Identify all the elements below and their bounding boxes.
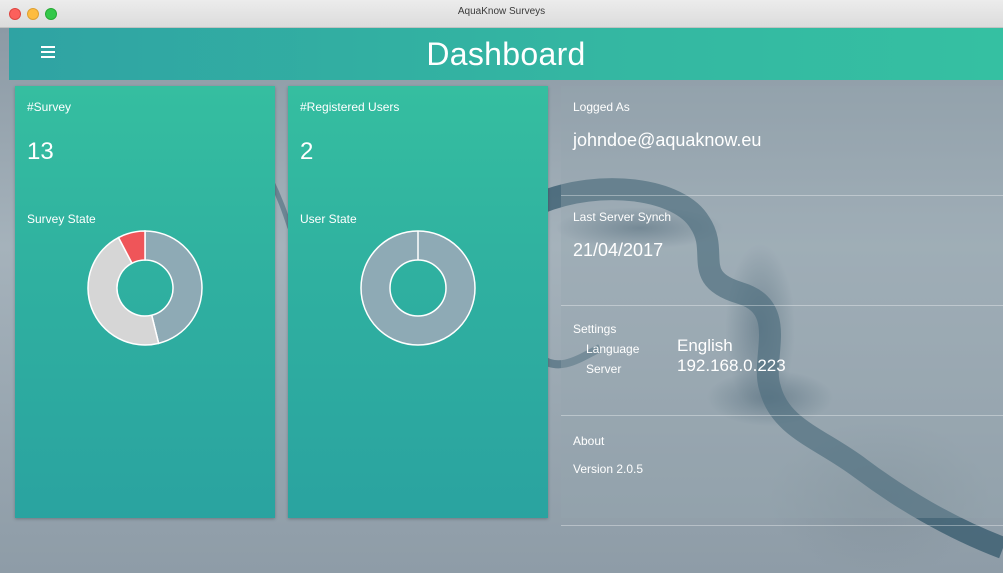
survey-count-label: #Survey xyxy=(27,100,72,114)
window-title: AquaKnow Surveys xyxy=(457,6,546,17)
survey-count-value: 13 xyxy=(27,138,54,165)
settings-label: Settings xyxy=(573,322,617,336)
logged-as-label: Logged As xyxy=(573,100,630,114)
about-label: About xyxy=(573,434,605,448)
survey-card: #Survey 13 Survey State xyxy=(15,86,275,518)
logged-as-section: Logged As johndoe@aquaknow.eu xyxy=(561,86,1003,196)
users-count-label: #Registered Users xyxy=(300,100,400,114)
last-synch-value: 21/04/2017 xyxy=(573,240,664,260)
window-titlebar: AquaKnow Surveys xyxy=(0,0,1003,28)
user-state-label: User State xyxy=(300,212,357,226)
user-state-ring-edge-1 xyxy=(389,259,447,317)
survey-state-donut-chart xyxy=(87,230,203,346)
app-window: AquaKnow Surveys Dashboard #Survey 13 Su… xyxy=(0,0,1003,573)
users-count-value: 2 xyxy=(300,138,314,165)
language-key: Language xyxy=(586,342,640,356)
about-section: About Version 2.0.5 xyxy=(561,416,1003,526)
users-card: #Registered Users 2 User State xyxy=(288,86,548,518)
app-bar: Dashboard xyxy=(9,28,1003,80)
survey-state-label: Survey State xyxy=(27,212,96,226)
logged-as-value: johndoe@aquaknow.eu xyxy=(573,130,762,150)
info-panel: Logged As johndoe@aquaknow.eu Last Serve… xyxy=(561,86,1003,526)
settings-section: Settings Language English Server 192.168… xyxy=(561,306,1003,416)
last-synch-label: Last Server Synch xyxy=(573,210,672,224)
language-value[interactable]: English xyxy=(677,336,733,356)
last-synch-section: Last Server Synch 21/04/2017 xyxy=(561,196,1003,306)
about-version: Version 2.0.5 xyxy=(573,462,644,476)
server-key: Server xyxy=(586,362,622,376)
server-value[interactable]: 192.168.0.223 xyxy=(677,356,786,376)
page-title: Dashboard xyxy=(426,36,586,72)
user-state-donut-chart xyxy=(360,230,476,346)
